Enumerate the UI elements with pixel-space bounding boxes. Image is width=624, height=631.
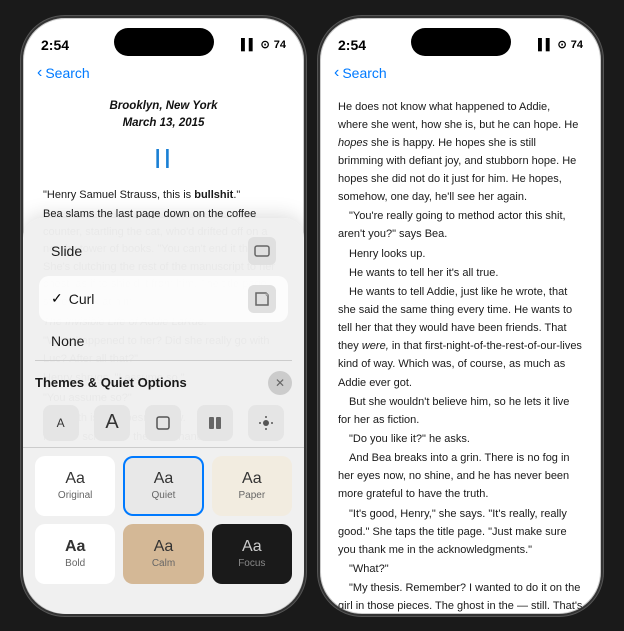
back-label-right: Search: [342, 65, 386, 81]
status-icons-right: ▌▌ ⊙ 74: [538, 38, 583, 51]
theme-original[interactable]: Aa Original: [35, 456, 115, 516]
font-increase-button[interactable]: A: [94, 405, 130, 441]
option-curl-label: Curl: [69, 291, 248, 307]
option-slide-label: Slide: [51, 243, 248, 259]
checkmark-icon: ✓: [51, 290, 63, 307]
para-1: He does not know what happened to Addie,…: [338, 98, 583, 207]
theme-quiet[interactable]: Aa Quiet: [123, 456, 203, 516]
para-2: "You're really going to method actor thi…: [338, 207, 583, 243]
themes-title: Themes & Quiet Options: [35, 375, 187, 390]
theme-focus[interactable]: Aa Focus: [212, 524, 292, 584]
slide-options: Slide ✓ Curl None: [23, 228, 304, 358]
theme-bold[interactable]: Aa Bold: [35, 524, 115, 584]
para-5: He wants to tell Addie, just like he wro…: [338, 283, 583, 392]
option-slide[interactable]: Slide: [39, 228, 288, 274]
right-phone: 2:54 ▌▌ ⊙ 74 ‹ Search He does not know w…: [318, 16, 603, 616]
para-10: "What?": [338, 560, 583, 578]
brightness-button[interactable]: [248, 405, 284, 441]
para-11: "My thesis. Remember? I wanted to do it …: [338, 579, 583, 615]
chevron-left-icon-right: ‹: [334, 64, 339, 82]
close-button[interactable]: ✕: [268, 371, 292, 395]
chapter-number: II: [43, 137, 284, 180]
top-bar-left: ‹ Search: [23, 62, 304, 88]
divider-1: [35, 360, 292, 361]
theme-paper[interactable]: Aa Paper: [212, 456, 292, 516]
para-3: Henry looks up.: [338, 245, 583, 263]
time-right: 2:54: [338, 37, 366, 53]
slide-icon: [248, 237, 276, 265]
para-4: He wants to tell her it's all true.: [338, 264, 583, 282]
para-7: "Do you like it?" he asks.: [338, 430, 583, 448]
dynamic-island-right: [411, 28, 511, 56]
book-location: Brooklyn, New YorkMarch 13, 2015: [43, 98, 284, 134]
dynamic-island: [114, 28, 214, 56]
overlay-panel: Slide ✓ Curl None Themes: [23, 218, 304, 614]
themes-header: Themes & Quiet Options ✕: [23, 363, 304, 399]
time-left: 2:54: [41, 37, 69, 53]
back-label-left: Search: [45, 65, 89, 81]
chevron-left-icon: ‹: [37, 64, 42, 82]
para-9: "It's good, Henry," she says. "It's real…: [338, 505, 583, 559]
para-8: And Bea breaks into a grin. There is no …: [338, 449, 583, 503]
font-controls: A A: [23, 399, 304, 448]
back-button-right[interactable]: ‹ Search: [334, 64, 387, 82]
font-style-button[interactable]: [145, 405, 181, 441]
theme-grid: Aa Original Aa Quiet Aa Paper Aa Bold Aa: [23, 456, 304, 584]
font-decrease-button[interactable]: A: [43, 405, 79, 441]
theme-calm[interactable]: Aa Calm: [123, 524, 203, 584]
left-phone: 2:54 ▌▌ ⊙ 74 ‹ Search Brooklyn, New York…: [21, 16, 306, 616]
option-none[interactable]: None: [39, 324, 288, 358]
page-layout-button[interactable]: [197, 405, 233, 441]
curl-icon: [248, 285, 276, 313]
back-button-left[interactable]: ‹ Search: [37, 64, 90, 82]
option-curl[interactable]: ✓ Curl: [39, 276, 288, 322]
status-icons-left: ▌▌ ⊙ 74: [241, 38, 286, 51]
option-none-label: None: [51, 333, 276, 349]
top-bar-right: ‹ Search: [320, 62, 601, 88]
right-book-content: He does not know what happened to Addie,…: [320, 88, 601, 616]
para-6: But she wouldn't believe him, so he lets…: [338, 393, 583, 429]
